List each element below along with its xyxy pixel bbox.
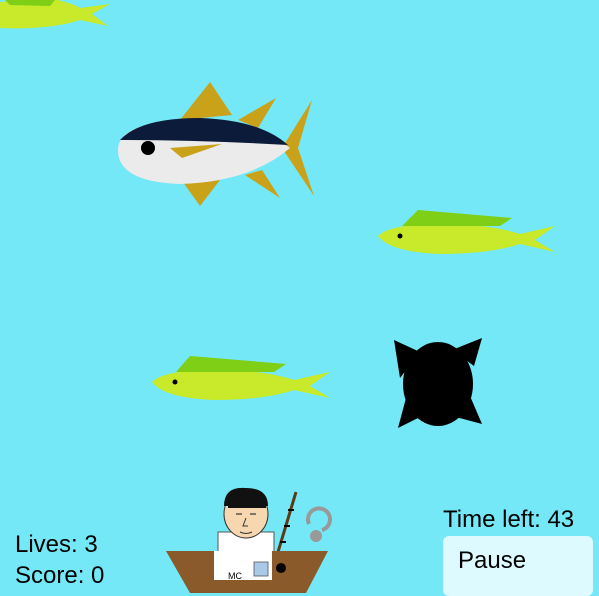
shirt-text: MC [228, 571, 242, 581]
fish-tuna[interactable] [118, 82, 314, 206]
fishing-hook-icon[interactable] [306, 506, 332, 542]
tuna-eye [141, 141, 155, 155]
mahi-eye [397, 233, 403, 239]
pause-button[interactable]: Pause [443, 536, 593, 596]
mahi-eye [172, 379, 178, 385]
fish-mahi-partial[interactable] [0, 0, 110, 29]
fisherman-boat[interactable]: MC [166, 487, 328, 593]
spiked-mine[interactable] [394, 338, 482, 428]
time-left: Time left: 43 [443, 506, 575, 533]
score-counter: Score: 0 [15, 562, 105, 589]
fish-mahi-left[interactable] [152, 356, 330, 400]
fish-mahi-right[interactable] [378, 210, 555, 254]
lives-counter: Lives: 3 [15, 531, 98, 558]
